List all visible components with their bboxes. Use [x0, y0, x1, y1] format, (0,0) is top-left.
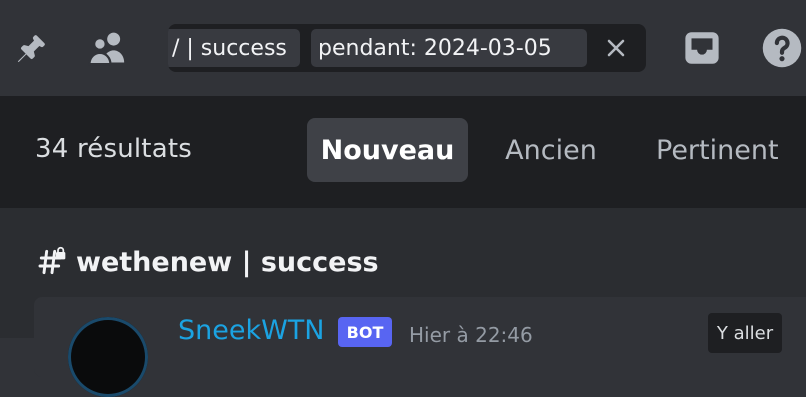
search-results-header: 34 résultats Nouveau Ancien Pertinent [0, 96, 806, 208]
search-results-list: wethenew | success SneekWTN BOT Hier à 2… [0, 208, 806, 397]
search-result-message[interactable]: SneekWTN BOT Hier à 22:46 Y aller [34, 297, 806, 397]
bot-badge: BOT [338, 317, 392, 347]
jump-to-message-button[interactable]: Y aller [708, 313, 782, 353]
search-filter-in-chip[interactable]: / | success [168, 29, 300, 67]
result-channel-header[interactable]: wethenew | success [36, 244, 379, 280]
search-bar[interactable]: / | success pendant: 2024-03-05 [168, 24, 646, 72]
channel-toolbar: / | success pendant: 2024-03-05 [0, 0, 806, 96]
clear-search-button[interactable] [598, 30, 634, 66]
sort-tab-relevant[interactable]: Pertinent [640, 118, 806, 182]
sort-tab-newest[interactable]: Nouveau [307, 118, 468, 182]
help-icon[interactable] [758, 24, 806, 72]
members-icon[interactable] [84, 24, 132, 72]
message-author[interactable]: SneekWTN [178, 315, 325, 346]
inbox-icon[interactable] [678, 24, 726, 72]
sort-tab-oldest[interactable]: Ancien [484, 118, 618, 182]
message-timestamp: Hier à 22:46 [409, 323, 533, 347]
results-count: 34 résultats [35, 134, 192, 164]
avatar[interactable] [68, 317, 148, 397]
pin-icon[interactable] [8, 24, 56, 72]
locked-channel-hash-icon [38, 246, 66, 275]
channel-name: wethenew | success [76, 246, 379, 278]
close-icon [607, 39, 625, 57]
search-filter-during-chip[interactable]: pendant: 2024-03-05 [311, 29, 587, 67]
